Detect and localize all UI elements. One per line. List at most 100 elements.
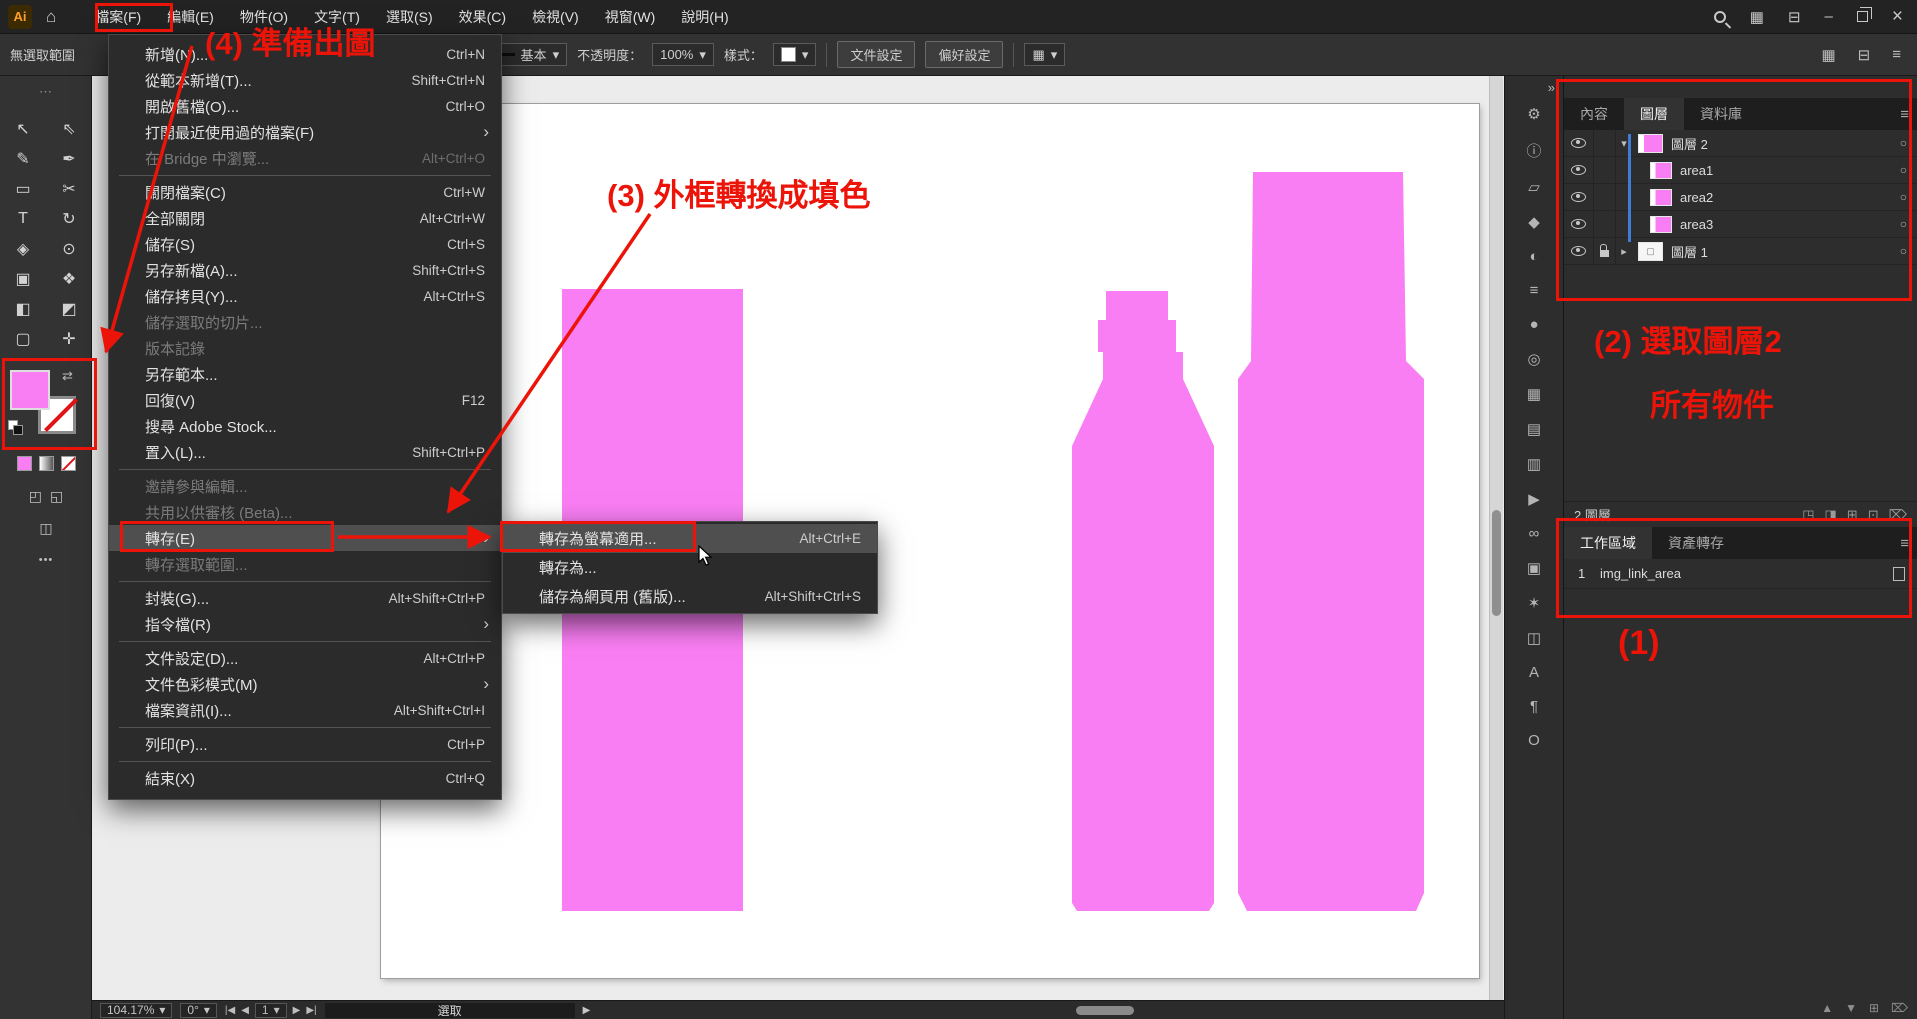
layer-thumbnail[interactable] (1650, 189, 1672, 206)
menu-object[interactable]: 物件(O) (227, 0, 301, 34)
transform-icon[interactable]: ▱ (1521, 178, 1547, 196)
asset-export-icon[interactable]: ▣ (1521, 559, 1547, 577)
visibility-cell[interactable] (1564, 184, 1594, 210)
new-layer-icon[interactable]: ⊡ (1868, 507, 1879, 523)
style-dropdown[interactable]: ▾ (773, 43, 817, 66)
eraser-tool[interactable]: ◈ (0, 234, 46, 264)
tab-asset-export[interactable]: 資產轉存 (1652, 527, 1740, 559)
layer-name[interactable]: 圖層 2 (1671, 134, 1708, 153)
first-artboard-icon[interactable]: |◀ (225, 1005, 235, 1016)
delete-icon[interactable]: ⌦ (1889, 507, 1907, 523)
file-menu-item-open[interactable]: 開啟舊檔(O)...Ctrl+O (109, 93, 501, 119)
panel-menu-icon[interactable]: ≡ (1900, 535, 1909, 552)
file-menu-item-save-as[interactable]: 另存新檔(A)...Shift+Ctrl+S (109, 257, 501, 283)
visibility-cell[interactable] (1564, 211, 1594, 237)
rotation-dropdown[interactable]: 0° ▾ (180, 1003, 217, 1018)
panel-menu-icon[interactable]: ≡ (1900, 106, 1909, 123)
blend-tool[interactable]: ◧ (0, 294, 46, 324)
swatches-icon[interactable]: ▦ (1521, 385, 1547, 403)
eye-icon[interactable] (1571, 138, 1586, 148)
type-tool[interactable]: T (0, 204, 46, 234)
file-menu-item-file-info[interactable]: 檔案資訊(I)...Alt+Shift+Ctrl+I (109, 697, 501, 723)
layer-name[interactable]: area3 (1680, 217, 1713, 232)
control-menu-icon[interactable]: ≡ (1892, 46, 1901, 64)
menu-window[interactable]: 視窗(W) (592, 0, 669, 34)
menu-view[interactable]: 檢視(V) (519, 0, 592, 34)
file-menu-item-document-color-mode[interactable]: 文件色彩模式(M)› (109, 671, 501, 697)
submenu-item-export-as[interactable]: 轉存為... (503, 553, 877, 582)
horizontal-scrollbar-handle[interactable] (1076, 1006, 1134, 1015)
file-menu-item-revert[interactable]: 回復(V)F12 (109, 387, 501, 413)
links-icon[interactable]: ∞ (1521, 525, 1547, 542)
eye-icon[interactable] (1571, 219, 1586, 229)
vertical-scrollbar-handle[interactable] (1492, 510, 1501, 616)
gradient-tool[interactable]: ◩ (46, 294, 92, 324)
lock-cell[interactable] (1594, 157, 1616, 183)
new-sublayer-icon[interactable]: ⊞ (1847, 507, 1858, 523)
file-menu-item-save-as-template[interactable]: 另存範本... (109, 361, 501, 387)
target-circle-icon[interactable]: ○ (1900, 217, 1907, 231)
layer-thumbnail[interactable] (1650, 216, 1672, 233)
rotate-tool[interactable]: ↻ (46, 204, 92, 234)
minimize-icon[interactable]: – (1825, 8, 1833, 25)
arrange-documents-icon[interactable]: ▦ (1750, 8, 1764, 26)
up-icon[interactable]: ▲ (1821, 1001, 1833, 1015)
file-menu-item-scripts[interactable]: 指令檔(R)› (109, 611, 501, 637)
file-menu-item-place[interactable]: 置入(L)...Shift+Ctrl+P (109, 439, 501, 465)
mask-icon[interactable]: ◨ (1825, 507, 1837, 523)
layer-name[interactable]: area2 (1680, 190, 1713, 205)
artboard-row[interactable]: 1 img_link_area (1564, 559, 1917, 589)
panel-layout-icon[interactable]: ⊟ (1858, 46, 1871, 64)
lock-icon[interactable] (1600, 250, 1609, 257)
lock-cell[interactable] (1594, 184, 1616, 210)
file-menu-item-package[interactable]: 封裝(G)...Alt+Shift+Ctrl+P (109, 585, 501, 611)
swap-fill-stroke-icon[interactable]: ⇄ (62, 368, 73, 384)
direct-selection-tool[interactable]: ⇖ (46, 114, 92, 144)
character-icon[interactable]: A (1521, 664, 1547, 681)
submenu-item-save-for-web[interactable]: 儲存為網頁用 (舊版)...Alt+Shift+Ctrl+S (503, 582, 877, 611)
target-circle-icon[interactable]: ○ (1900, 136, 1907, 150)
file-menu-item-print[interactable]: 列印(P)...Ctrl+P (109, 731, 501, 757)
delete-icon[interactable]: ⌦ (1891, 1001, 1908, 1015)
home-icon[interactable]: ⌂ (46, 7, 56, 27)
none-button[interactable] (61, 456, 76, 471)
layer-name[interactable]: 圖層 1 (1671, 242, 1708, 261)
stroke-icon[interactable]: ≡ (1521, 282, 1547, 299)
draw-normal-icon[interactable]: ◰ (29, 488, 42, 505)
toolbar-grip[interactable]: ⋯ (0, 76, 91, 100)
pathfinder-icon[interactable]: ◐ (1521, 248, 1547, 265)
artboard-page-icon[interactable] (1893, 567, 1905, 581)
rectangle-tool[interactable]: ▭ (0, 174, 46, 204)
layer-name[interactable]: area1 (1680, 163, 1713, 178)
close-icon[interactable]: × (1892, 6, 1903, 28)
edit-toolbar-icon[interactable]: ••• (0, 554, 92, 566)
shaper-tool[interactable]: ▣ (0, 264, 46, 294)
target-circle-icon[interactable]: ○ (1900, 244, 1907, 258)
menu-file[interactable]: 檔案(F) (82, 0, 154, 34)
selection-tool[interactable]: ↖ (0, 114, 46, 144)
prev-artboard-icon[interactable]: ◀ (241, 1005, 249, 1016)
tab-properties[interactable]: 內容 (1564, 98, 1624, 130)
workspace-switcher-icon[interactable]: ⊟ (1788, 8, 1801, 26)
opentype-icon[interactable]: O (1521, 732, 1547, 749)
file-menu-item-new[interactable]: 新增(N)...Ctrl+N (109, 41, 501, 67)
layer-row-area3[interactable]: area3 ○ (1564, 211, 1917, 238)
file-menu-item-close[interactable]: 關閉檔案(C)Ctrl+W (109, 179, 501, 205)
visibility-cell[interactable] (1564, 238, 1594, 264)
actions-icon[interactable]: ▶ (1521, 490, 1547, 508)
artboard-nav-dropdown[interactable]: 1 ▾ (255, 1003, 287, 1018)
artboard-row-name[interactable]: img_link_area (1600, 566, 1681, 581)
restore-icon[interactable] (1857, 11, 1868, 22)
target-circle-icon[interactable]: ○ (1900, 190, 1907, 204)
paragraph-icon[interactable]: ¶ (1521, 698, 1547, 715)
target-circle-icon[interactable]: ○ (1900, 163, 1907, 177)
file-menu-item-save-copy[interactable]: 儲存拷貝(Y)...Alt+Ctrl+S (109, 283, 501, 309)
pen-tool[interactable]: ✒ (46, 144, 92, 174)
appearance-icon[interactable]: ◆ (1521, 213, 1547, 231)
vertical-scrollbar[interactable] (1489, 76, 1503, 1000)
collapse-panels-icon[interactable]: » (1505, 76, 1563, 97)
gradient-icon[interactable]: ◎ (1521, 350, 1547, 368)
menu-edit[interactable]: 編輯(E) (154, 0, 227, 34)
eye-icon[interactable] (1571, 192, 1586, 202)
submenu-item-export-for-screens[interactable]: 轉存為螢幕適用...Alt+Ctrl+E (503, 524, 877, 553)
